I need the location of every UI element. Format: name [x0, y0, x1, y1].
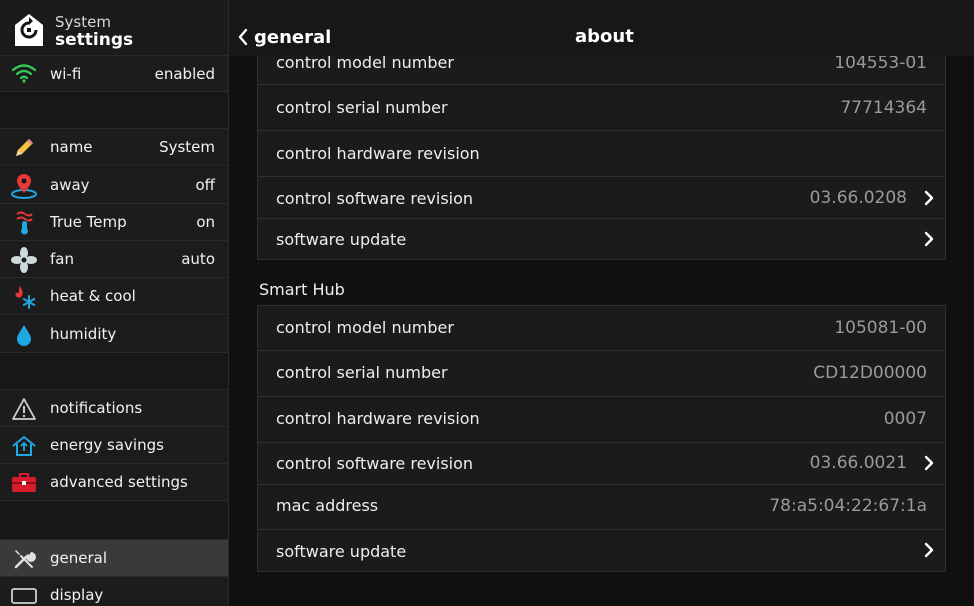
control-info-group: control model number 104553-01 control s…	[257, 56, 946, 260]
row-label: control model number	[276, 318, 454, 337]
fan-icon	[10, 247, 38, 273]
chevron-right-icon	[924, 190, 934, 206]
home-energy-icon	[10, 433, 38, 459]
row-label: control hardware revision	[276, 144, 480, 163]
sidebar-item-advanced-settings[interactable]: advanced settings	[0, 464, 228, 501]
sidebar-item-name[interactable]: name System	[0, 129, 228, 166]
software-revision-row[interactable]: control software revision 03.66.0208	[258, 177, 945, 219]
row-value: 104553-01	[834, 56, 927, 73]
info-row: control serial number CD12D00000	[258, 351, 945, 397]
display-icon	[10, 583, 38, 606]
sidebar-item-label: humidity	[50, 325, 117, 343]
droplet-icon	[10, 322, 38, 348]
sidebar-item-energy-savings[interactable]: energy savings	[0, 427, 228, 464]
row-label: control hardware revision	[276, 409, 480, 428]
row-value: 03.66.0208	[809, 188, 907, 208]
sidebar-item-label: fan	[50, 250, 74, 268]
row-value: 0007	[883, 409, 927, 429]
sidebar-item-value: on	[196, 213, 215, 231]
chevron-right-icon	[924, 231, 934, 247]
row-label: control serial number	[276, 363, 448, 382]
row-label: control software revision	[276, 189, 474, 208]
sidebar-header: System settings	[0, 0, 228, 56]
info-row: control model number 104553-01	[258, 56, 945, 85]
sidebar-item-label: display	[50, 586, 104, 604]
chevron-right-icon	[924, 455, 934, 471]
sidebar: System settings wi-fi enabled name Syste…	[0, 0, 229, 606]
smart-hub-info-group: control model number 105081-00 control s…	[257, 305, 946, 572]
sidebar-item-label: name	[50, 138, 93, 156]
row-value: 77714364	[840, 98, 927, 118]
content-area: control model number 104553-01 control s…	[230, 56, 974, 606]
row-value: CD12D00000	[813, 363, 927, 383]
chevron-left-icon	[238, 28, 248, 46]
sidebar-item-display[interactable]: display	[0, 577, 228, 606]
row-label: mac address	[276, 496, 379, 515]
sidebar-item-wifi[interactable]: wi-fi enabled	[0, 56, 228, 92]
sidebar-item-label: energy savings	[50, 436, 164, 454]
wrench-screwdriver-icon	[10, 546, 38, 572]
sidebar-item-away[interactable]: away off	[0, 167, 228, 204]
software-update-row[interactable]: software update	[258, 530, 945, 571]
sidebar-item-heat-cool[interactable]: heat & cool	[0, 278, 228, 315]
back-button[interactable]: general	[237, 24, 331, 50]
row-label: control serial number	[276, 98, 448, 117]
true-temp-icon	[10, 210, 38, 236]
sidebar-item-value: off	[195, 176, 215, 194]
location-pin-icon	[10, 173, 38, 199]
sidebar-item-fan[interactable]: fan auto	[0, 241, 228, 278]
software-revision-row[interactable]: control software revision 03.66.0021	[258, 443, 945, 485]
sidebar-item-true-temp[interactable]: True Temp on	[0, 204, 228, 241]
sidebar-item-label: away	[50, 176, 90, 194]
sidebar-item-label: wi-fi	[50, 65, 82, 83]
info-row: control hardware revision 0007	[258, 397, 945, 443]
sidebar-item-label: general	[50, 549, 108, 567]
info-row: control hardware revision	[258, 131, 945, 177]
sidebar-item-label: True Temp	[50, 213, 127, 231]
warning-icon	[10, 396, 38, 422]
sidebar-item-value: enabled	[154, 65, 215, 83]
chevron-right-icon	[924, 542, 934, 558]
row-label: control model number	[276, 56, 454, 72]
sidebar-item-label: notifications	[50, 399, 143, 417]
row-value: 78:a5:04:22:67:1a	[769, 496, 927, 516]
row-label: software update	[276, 230, 407, 249]
pencil-icon	[10, 135, 38, 161]
sidebar-item-label: advanced settings	[50, 473, 188, 491]
smart-hub-title: Smart Hub	[259, 280, 345, 299]
info-row: mac address 78:a5:04:22:67:1a	[258, 485, 945, 530]
sidebar-spacer	[0, 92, 228, 129]
home-logo-icon	[15, 14, 43, 46]
sidebar-spacer	[0, 353, 228, 390]
sidebar-item-humidity[interactable]: humidity	[0, 316, 228, 353]
sidebar-title-line1: System	[55, 13, 111, 31]
sidebar-item-value: auto	[181, 250, 215, 268]
info-row: control serial number 77714364	[258, 85, 945, 131]
row-label: software update	[276, 542, 407, 561]
sidebar-title-line2: settings	[55, 30, 134, 50]
page-title: about	[575, 26, 634, 47]
toolbox-icon	[10, 470, 38, 496]
info-row: control model number 105081-00	[258, 306, 945, 351]
heat-cool-icon	[10, 284, 38, 310]
row-value: 03.66.0021	[809, 453, 907, 473]
row-label: control software revision	[276, 454, 474, 473]
row-value: 105081-00	[834, 318, 927, 338]
topbar: general about	[229, 0, 974, 56]
sidebar-item-value: System	[159, 138, 215, 156]
wifi-icon	[10, 60, 38, 86]
back-label: general	[254, 26, 332, 48]
sidebar-item-general[interactable]: general	[0, 540, 228, 577]
sidebar-item-label: heat & cool	[50, 287, 136, 305]
software-update-row[interactable]: software update	[258, 219, 945, 260]
sidebar-spacer	[0, 501, 228, 540]
sidebar-item-notifications[interactable]: notifications	[0, 390, 228, 427]
